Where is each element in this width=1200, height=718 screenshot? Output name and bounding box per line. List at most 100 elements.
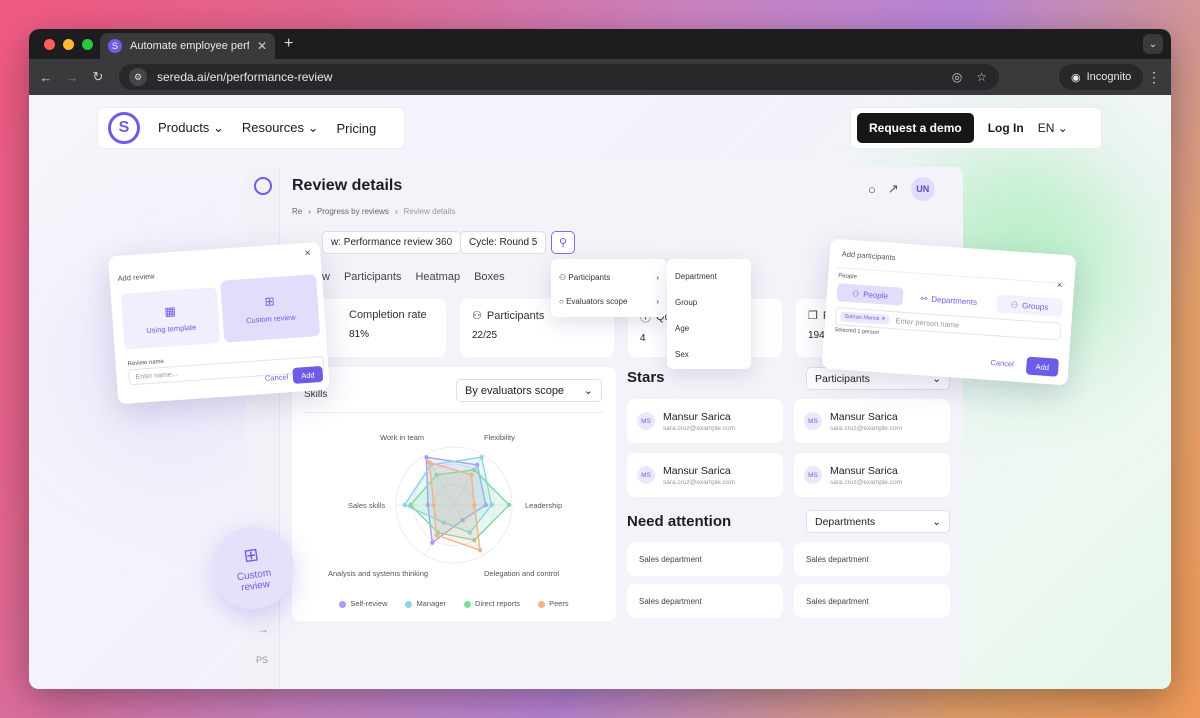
axis-label: Leadership <box>525 501 563 510</box>
section-label: People <box>838 273 858 281</box>
department-card[interactable]: Sales department <box>627 542 783 576</box>
stat-label-text: Participants <box>486 309 545 322</box>
legend-item: Manager <box>405 599 446 608</box>
option-label: Using template <box>145 322 197 335</box>
tab-label: People <box>862 289 889 301</box>
breadcrumb-item[interactable]: Progress by reviews <box>317 207 389 216</box>
submenu-item-age[interactable]: Age <box>667 315 751 341</box>
bookmark-star-icon[interactable]: ☆ <box>976 70 987 84</box>
eye-off-icon[interactable]: ◎ <box>952 70 962 84</box>
person-email: sara.cruz@example.com <box>663 424 735 432</box>
menu-item-evaluators-scope[interactable]: ○ Evaluators scope › <box>551 289 667 313</box>
departments-filter-select[interactable]: Departments ⌄ <box>806 510 950 533</box>
close-tab-icon[interactable]: ✕ <box>257 39 267 53</box>
person-card[interactable]: MS Mansur Sarica sara.cruz@example.com <box>627 399 783 443</box>
close-icon[interactable]: ✕ <box>304 248 311 257</box>
chevron-down-icon: ⌄ <box>932 515 941 528</box>
browser-toolbar: ← → ↻ ⚙ sereda.ai/en/performance-review … <box>29 59 1171 95</box>
chevron-right-icon: › <box>656 272 659 282</box>
submenu-item-sex[interactable]: Sex <box>667 341 751 367</box>
incognito-label: Incognito <box>1086 71 1132 83</box>
cancel-button[interactable]: Cancel <box>990 358 1014 369</box>
people-tab[interactable]: ⚇ People <box>836 283 904 306</box>
tab-participants[interactable]: Participants <box>344 271 401 283</box>
stat-value: 81% <box>349 329 370 340</box>
browser-tab-bar: S Automate employee performa ✕ + ⌄ <box>29 29 1171 59</box>
person-email: sara.cruz@example.com <box>830 424 902 432</box>
share-icon[interactable]: ↗ <box>888 181 899 197</box>
department-card[interactable]: Sales department <box>794 542 950 576</box>
profile-icon[interactable]: PS <box>256 655 268 665</box>
browser-tab[interactable]: S Automate employee performa ✕ <box>100 33 275 59</box>
remove-tag-icon[interactable]: ✕ <box>881 316 886 322</box>
radar-series <box>402 455 512 553</box>
department-card[interactable]: Sales department <box>627 584 783 618</box>
request-demo-button[interactable]: Request a demo <box>857 113 974 143</box>
incognito-indicator[interactable]: ◉ Incognito <box>1059 64 1144 90</box>
new-tab-icon[interactable]: + <box>284 35 293 53</box>
radar-point <box>402 502 407 508</box>
nav-resources[interactable]: Resources ⌄ <box>242 120 319 136</box>
forward-icon[interactable]: → <box>59 70 85 85</box>
departments-tab[interactable]: ⚯ Departments <box>910 288 987 311</box>
cancel-button[interactable]: Cancel <box>265 372 289 383</box>
person-card[interactable]: MS Mansur Sarica sara.cruz@example.com <box>794 399 950 443</box>
radar-point <box>477 548 483 553</box>
submenu-item-group[interactable]: Group <box>667 289 751 315</box>
sereda-logo-icon[interactable]: S <box>108 112 140 144</box>
tab-heatmap[interactable]: Heatmap <box>415 271 460 283</box>
field-label: Review name <box>127 358 165 368</box>
radar-point <box>427 460 432 465</box>
review-chip[interactable]: w: Performance review 360 <box>322 231 462 254</box>
selected-person-tag[interactable]: Sukran Memis ✕ <box>840 311 890 325</box>
department-card[interactable]: Sales department <box>794 584 950 618</box>
using-template-option[interactable]: ▦ Using template <box>120 287 221 350</box>
search-icon[interactable]: ○ <box>868 182 876 197</box>
incognito-icon: ◉ <box>1071 71 1081 84</box>
maximize-window-button[interactable] <box>82 39 93 50</box>
axis-label: Analysis and systems thinking <box>328 569 429 578</box>
tab-overview[interactable]: w <box>322 271 330 283</box>
submenu-item-department[interactable]: Department <box>667 263 751 289</box>
tab-search-icon[interactable]: ⌄ <box>1143 34 1163 54</box>
add-button[interactable]: Add <box>1025 356 1060 377</box>
cycle-chip[interactable]: Cycle: Round 5 <box>460 231 547 254</box>
groups-tab[interactable]: ⚇ Groups <box>996 294 1064 317</box>
person-email: sara.cruz@example.com <box>830 478 902 486</box>
tab-boxes[interactable]: Boxes <box>474 271 505 283</box>
breadcrumb-item[interactable]: Re <box>292 207 302 216</box>
filter-icon[interactable]: ⚲ <box>551 231 575 254</box>
search-icon: ○ <box>559 296 567 306</box>
radar-point <box>469 472 474 478</box>
site-info-icon[interactable]: ⚙ <box>129 68 147 86</box>
expand-arrow-icon[interactable]: → <box>257 622 269 636</box>
users-icon: ⚇ <box>472 310 482 322</box>
nav-products[interactable]: Products ⌄ <box>158 120 224 136</box>
custom-review-option[interactable]: ⊞ Custom review <box>220 274 321 343</box>
person-card[interactable]: MS Mansur Sarica sara.cruz@example.com <box>627 453 783 497</box>
menu-item-participants[interactable]: ⚇ Participants › <box>551 265 667 289</box>
app-logo-icon <box>254 177 272 195</box>
skills-radar-chart <box>395 446 513 564</box>
back-icon[interactable]: ← <box>33 70 59 85</box>
browser-window: S Automate employee performa ✕ + ⌄ ← → ↻… <box>29 29 1171 689</box>
reload-icon[interactable]: ↻ <box>85 69 111 85</box>
sereda-favicon-icon: S <box>108 39 122 53</box>
nav-pricing[interactable]: Pricing <box>337 121 377 136</box>
address-bar[interactable]: ⚙ sereda.ai/en/performance-review ◎ ☆ <box>119 64 999 90</box>
minimize-window-button[interactable] <box>63 39 74 50</box>
browser-menu-icon[interactable]: ⋮ <box>1147 69 1161 86</box>
nav-resources-label: Resources <box>241 120 304 135</box>
login-link[interactable]: Log In <box>988 121 1024 135</box>
filter-submenu: Department Group Age Sex <box>667 259 751 369</box>
avatar[interactable]: UN <box>910 177 935 201</box>
add-button[interactable]: Add <box>292 365 324 384</box>
nav-products-label: Products <box>158 120 210 135</box>
legend-item: Peers <box>538 599 569 608</box>
close-window-button[interactable] <box>44 39 55 50</box>
person-name: Mansur Sarica <box>830 410 898 423</box>
legend-label: Manager <box>416 599 447 608</box>
person-card[interactable]: MS Mansur Sarica sara.cruz@example.com <box>794 453 950 497</box>
language-selector[interactable]: EN ⌄ <box>1038 121 1068 135</box>
stat-label-text: Completion rate <box>349 309 427 321</box>
